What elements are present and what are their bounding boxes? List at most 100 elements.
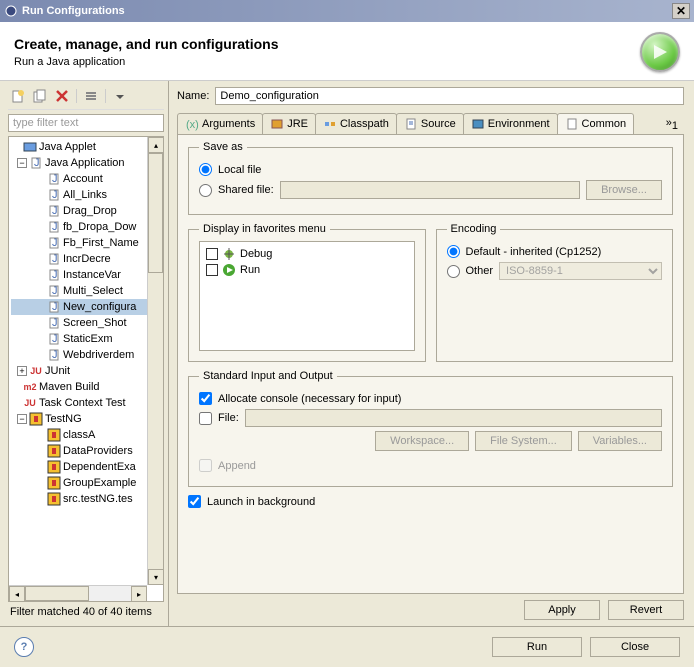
tree-item-config[interactable]: JInstanceVar xyxy=(11,267,161,283)
allocate-console-checkbox[interactable] xyxy=(199,392,212,405)
variables-button: Variables... xyxy=(578,431,662,451)
tab-classpath[interactable]: Classpath xyxy=(315,113,397,134)
collapse-icon[interactable]: − xyxy=(17,414,27,424)
apply-button[interactable]: Apply xyxy=(524,600,600,620)
tree-item-config[interactable]: JMulti_Select xyxy=(11,283,161,299)
shared-file-radio[interactable] xyxy=(199,184,212,197)
local-file-radio[interactable] xyxy=(199,163,212,176)
java-app-icon: J xyxy=(47,252,61,266)
encoding-default-radio[interactable] xyxy=(447,245,460,258)
tree-item-config[interactable]: Jfb_Dropa_Dow xyxy=(11,219,161,235)
svg-text:J: J xyxy=(52,205,58,217)
tree-item-config[interactable]: JIncrDecre xyxy=(11,251,161,267)
svg-text:J: J xyxy=(52,189,58,201)
encoding-group: Encoding Default - inherited (Cp1252) Ot… xyxy=(436,223,674,362)
run-checkbox[interactable] xyxy=(206,264,218,276)
left-panel: Java Applet −JJava Application JAccountJ… xyxy=(0,81,169,626)
favorite-run[interactable]: Run xyxy=(204,262,410,278)
tree-item-config[interactable]: classA xyxy=(11,427,161,443)
java-app-icon: J xyxy=(47,332,61,346)
tree-item-java-application[interactable]: −JJava Application xyxy=(11,155,161,171)
tree-item-config[interactable]: DataProviders xyxy=(11,443,161,459)
header-subtitle: Run a Java application xyxy=(14,56,640,68)
maven-icon: m2 xyxy=(23,380,37,394)
footer: ? Run Close xyxy=(0,626,694,667)
workspace-button: Workspace... xyxy=(375,431,469,451)
favorites-list[interactable]: Debug Run xyxy=(199,241,415,351)
tree-item-config[interactable]: JWebdriverdem xyxy=(11,347,161,363)
vertical-scrollbar[interactable]: ▴ ▾ xyxy=(147,137,163,585)
tree-item-java-applet[interactable]: Java Applet xyxy=(11,139,161,155)
tab-source[interactable]: Source xyxy=(396,113,464,134)
tree-item-config[interactable]: JNew_configura xyxy=(11,299,161,315)
svg-text:J: J xyxy=(52,333,58,345)
tree-item-config[interactable]: JDrag_Drop xyxy=(11,203,161,219)
collapse-icon[interactable]: − xyxy=(17,158,27,168)
name-input[interactable] xyxy=(215,87,684,105)
expand-icon[interactable]: + xyxy=(17,366,27,376)
java-app-icon: J xyxy=(47,236,61,250)
tree-item-config[interactable]: JAccount xyxy=(11,171,161,187)
file-output-input xyxy=(245,409,662,427)
config-tree[interactable]: Java Applet −JJava Application JAccountJ… xyxy=(8,136,164,602)
testng-icon xyxy=(47,460,61,474)
tab-environment[interactable]: Environment xyxy=(463,113,558,134)
svg-text:(x): (x) xyxy=(186,119,199,131)
duplicate-config-button[interactable] xyxy=(30,87,50,105)
close-window-button[interactable]: ✕ xyxy=(672,3,690,19)
favorite-debug[interactable]: Debug xyxy=(204,246,410,262)
titlebar: Run Configurations ✕ xyxy=(0,0,694,22)
tree-item-config[interactable]: JAll_Links xyxy=(11,187,161,203)
java-app-icon: J xyxy=(47,300,61,314)
java-app-icon: J xyxy=(47,204,61,218)
testng-icon xyxy=(47,476,61,490)
tree-item-config[interactable]: JStaticExm xyxy=(11,331,161,347)
tree-item-config[interactable]: JFb_First_Name xyxy=(11,235,161,251)
new-config-button[interactable] xyxy=(8,87,28,105)
collapse-all-button[interactable] xyxy=(81,87,101,105)
run-button[interactable]: Run xyxy=(492,637,582,657)
browse-button: Browse... xyxy=(586,180,662,200)
filter-status: Filter matched 40 of 40 items xyxy=(8,602,164,622)
tab-arguments[interactable]: (x)Arguments xyxy=(177,113,263,134)
tab-jre[interactable]: JRE xyxy=(262,113,316,134)
tree-item-testng[interactable]: −TestNG xyxy=(11,411,161,427)
favorites-group: Display in favorites menu Debug Run xyxy=(188,223,426,362)
append-checkbox xyxy=(199,459,212,472)
stdio-group: Standard Input and Output Allocate conso… xyxy=(188,370,673,487)
help-button[interactable]: ? xyxy=(14,637,34,657)
right-panel: Name: (x)Arguments JRE Classpath Source … xyxy=(169,81,694,626)
delete-config-button[interactable] xyxy=(52,87,72,105)
encoding-other-radio[interactable] xyxy=(447,265,460,278)
testng-icon xyxy=(47,492,61,506)
tree-item-junit[interactable]: +JUJUnit xyxy=(11,363,161,379)
classpath-icon xyxy=(323,117,337,131)
svg-text:J: J xyxy=(52,253,58,265)
tab-common[interactable]: Common xyxy=(557,113,635,134)
config-toolbar xyxy=(8,85,164,110)
svg-text:J: J xyxy=(52,221,58,233)
tree-item-config[interactable]: GroupExample xyxy=(11,475,161,491)
tree-item-task-context[interactable]: JUTask Context Test xyxy=(11,395,161,411)
java-app-icon: J xyxy=(47,172,61,186)
filter-input[interactable] xyxy=(8,114,164,132)
tree-item-config[interactable]: DependentExa xyxy=(11,459,161,475)
svg-text:J: J xyxy=(52,301,58,313)
file-output-checkbox[interactable] xyxy=(199,412,212,425)
svg-text:J: J xyxy=(52,269,58,281)
launch-background-checkbox[interactable] xyxy=(188,495,201,508)
tree-item-config[interactable]: src.testNG.tes xyxy=(11,491,161,507)
svg-text:J: J xyxy=(52,317,58,329)
common-icon xyxy=(565,117,579,131)
horizontal-scrollbar[interactable]: ◂ ▸ xyxy=(9,585,147,601)
svg-text:J: J xyxy=(52,173,58,185)
save-as-group: Save as Local file Shared file:Browse... xyxy=(188,141,673,215)
close-button[interactable]: Close xyxy=(590,637,680,657)
debug-checkbox[interactable] xyxy=(206,248,218,260)
tree-item-maven[interactable]: m2Maven Build xyxy=(11,379,161,395)
tree-item-config[interactable]: JScreen_Shot xyxy=(11,315,161,331)
revert-button[interactable]: Revert xyxy=(608,600,684,620)
testng-icon xyxy=(47,428,61,442)
filter-menu-button[interactable] xyxy=(110,87,130,105)
tab-overflow-button[interactable]: »1 xyxy=(660,115,684,134)
